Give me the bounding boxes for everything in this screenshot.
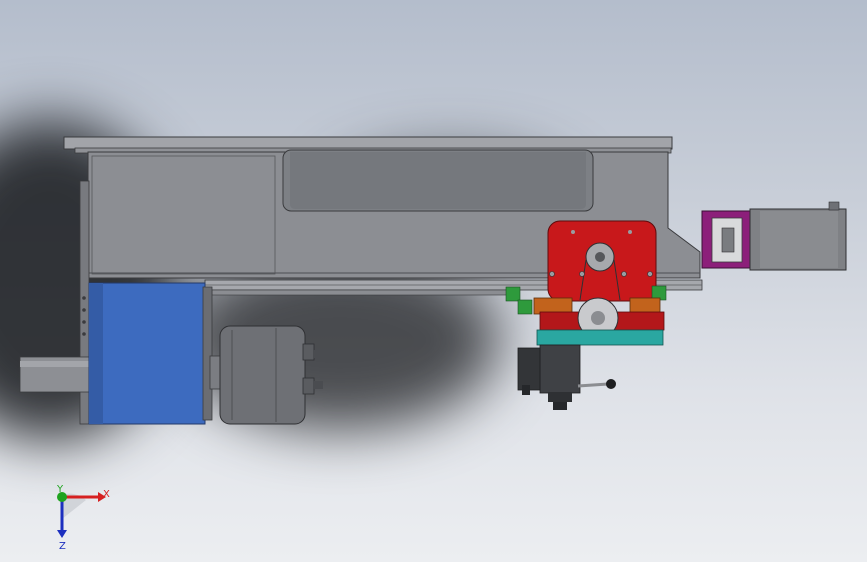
carriage-bolt bbox=[571, 230, 575, 234]
carriage-bolt bbox=[579, 271, 585, 277]
lever-knob[interactable] bbox=[606, 379, 616, 389]
y-axis-label: Y bbox=[56, 484, 64, 495]
rail-underside bbox=[211, 289, 513, 296]
spindle-lever[interactable] bbox=[577, 382, 609, 388]
valve-connector bbox=[522, 385, 530, 395]
spindle-tip bbox=[553, 402, 567, 410]
spindle-valve[interactable] bbox=[517, 347, 541, 391]
frame-window-gradient bbox=[290, 152, 586, 209]
chuck-jaw[interactable] bbox=[302, 343, 315, 361]
carriage-bolt bbox=[621, 271, 627, 277]
rail-block bbox=[517, 299, 533, 315]
spindle-body bbox=[548, 392, 572, 402]
x-axis-label: X bbox=[103, 489, 110, 500]
z-axis-arrow bbox=[57, 530, 67, 538]
shaft-highlight bbox=[20, 361, 90, 367]
carriage-bolt bbox=[628, 230, 632, 234]
spindle-pulley-hub bbox=[591, 311, 605, 325]
teal-base[interactable] bbox=[536, 329, 664, 346]
rail-block bbox=[505, 286, 521, 302]
servo-motor-cap bbox=[760, 211, 838, 268]
z-axis-label: Z bbox=[59, 541, 66, 550]
carriage-bolt bbox=[647, 271, 653, 277]
orientation-triad[interactable]: X Z Y bbox=[40, 480, 120, 550]
chuck-body[interactable] bbox=[219, 325, 306, 425]
carriage-pulley-hub bbox=[595, 252, 605, 262]
end-plate-bolt bbox=[82, 308, 86, 312]
coupling bbox=[721, 227, 735, 253]
servo-motor-nub bbox=[828, 201, 840, 211]
end-plate-bolt bbox=[82, 320, 86, 324]
end-plate-bolt bbox=[82, 332, 86, 336]
gearbox-housing[interactable] bbox=[88, 282, 206, 425]
carriage-bolt bbox=[549, 271, 555, 277]
chuck-jaw-tip bbox=[313, 381, 323, 389]
gearbox-flange bbox=[202, 286, 213, 421]
gearbox-shade bbox=[89, 283, 103, 424]
spindle-head[interactable] bbox=[539, 344, 581, 394]
cad-viewport[interactable]: X Z Y bbox=[0, 0, 867, 562]
end-plate-bolt bbox=[82, 296, 86, 300]
chuck-jaw-tip bbox=[313, 350, 323, 358]
top-plate[interactable] bbox=[63, 136, 673, 150]
machine-assembly[interactable] bbox=[0, 0, 867, 562]
chuck-jaw[interactable] bbox=[302, 377, 315, 395]
